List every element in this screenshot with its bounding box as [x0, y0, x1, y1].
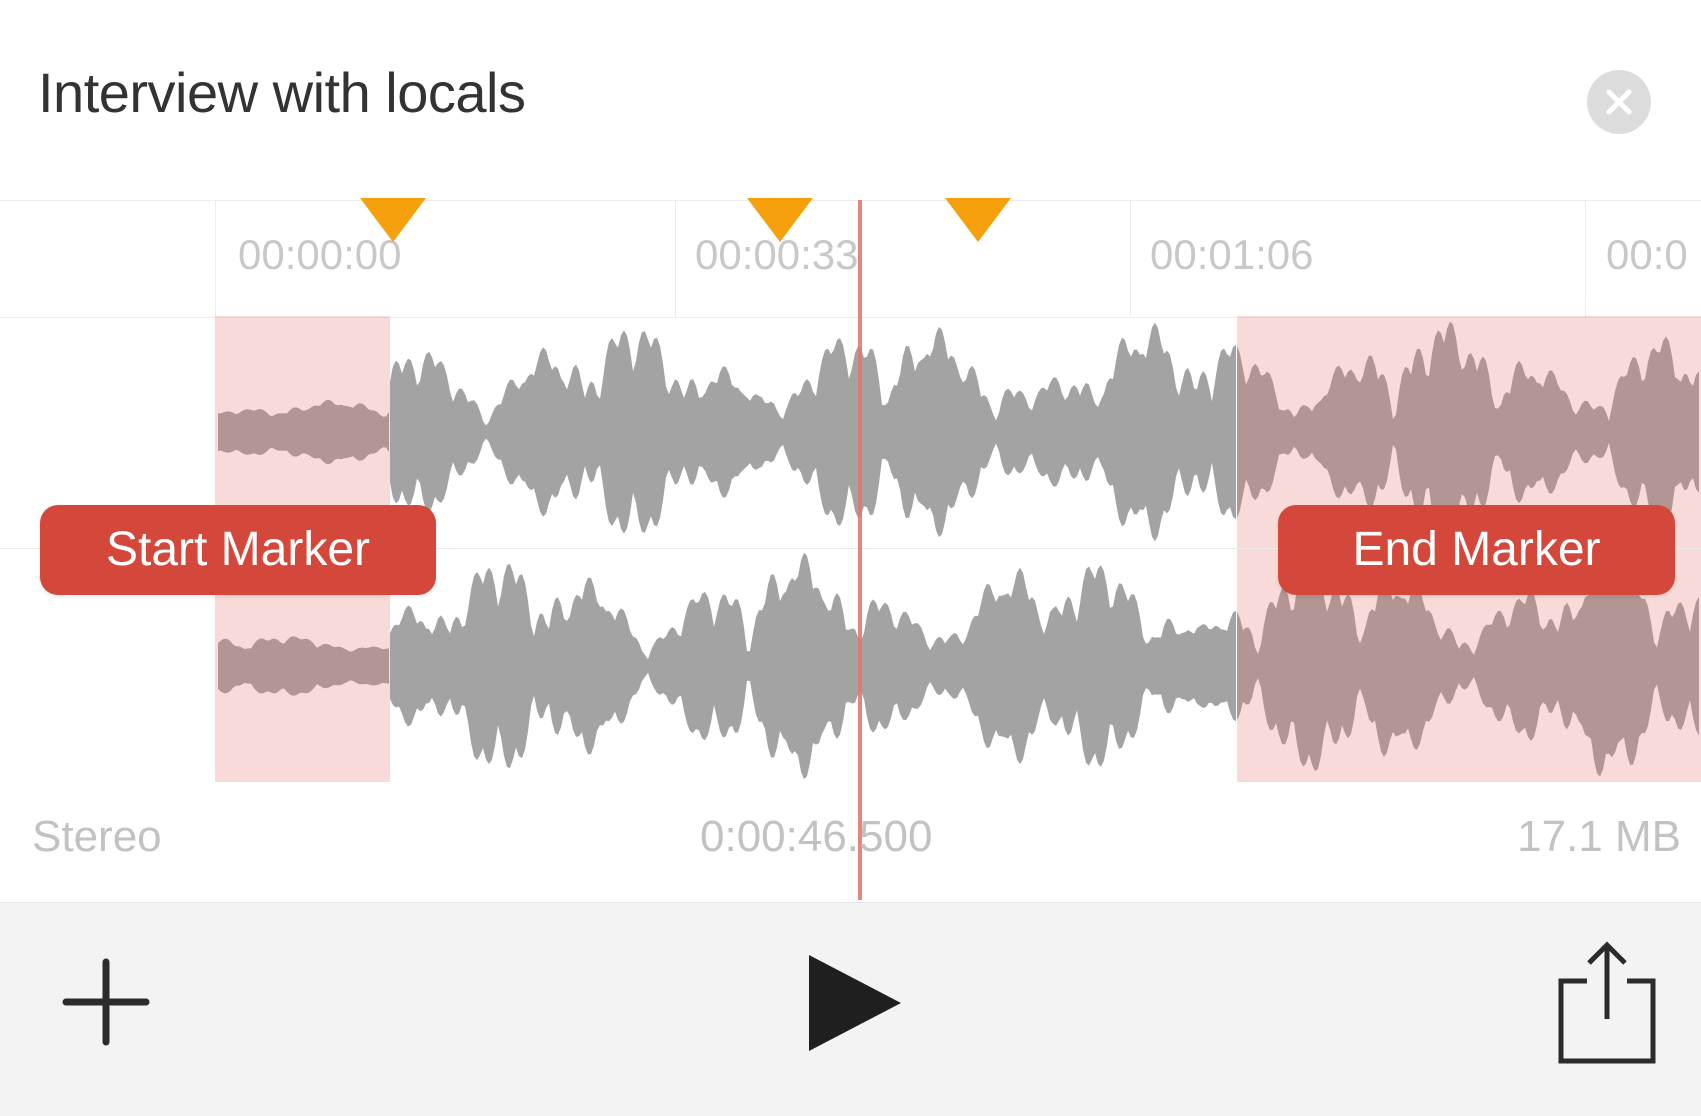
ruler-label: 00:0	[1606, 231, 1688, 278]
waveform-segment	[390, 322, 1236, 542]
recording-title: Interview with locals	[38, 61, 526, 124]
plus-icon[interactable]	[62, 958, 150, 1046]
ruler-tick	[1585, 201, 1586, 317]
ruler-tick	[215, 201, 216, 317]
file-size: 17.1 MB	[1517, 812, 1681, 861]
playhead[interactable]	[858, 200, 862, 900]
time-ruler[interactable]: 00:00:00 00:00:33 00:01:06 00:0	[0, 200, 1701, 318]
title-bar: Interview with locals	[0, 0, 1701, 200]
waveform-segment	[218, 399, 389, 465]
playhead-position: 0:00:46.500	[700, 812, 933, 861]
marker-flag-icon[interactable]	[745, 196, 815, 246]
ruler-tick	[1130, 201, 1131, 317]
marker-flag-icon[interactable]	[943, 196, 1013, 246]
end-marker-button[interactable]: End Marker	[1278, 505, 1675, 595]
share-icon[interactable]	[1557, 941, 1657, 1065]
start-marker-button[interactable]: Start Marker	[40, 505, 436, 595]
close-icon[interactable]	[1587, 70, 1651, 134]
waveform-segment	[218, 636, 389, 696]
info-row: Stereo 0:00:46.500 17.1 MB	[0, 812, 1701, 884]
channel-mode: Stereo	[32, 812, 162, 861]
ruler-tick	[675, 201, 676, 317]
ruler-label: 00:01:06	[1150, 231, 1314, 278]
waveform-segment	[390, 552, 1236, 780]
play-icon[interactable]	[805, 951, 905, 1055]
marker-flag-icon[interactable]	[358, 196, 428, 246]
bottom-toolbar	[0, 902, 1701, 1116]
